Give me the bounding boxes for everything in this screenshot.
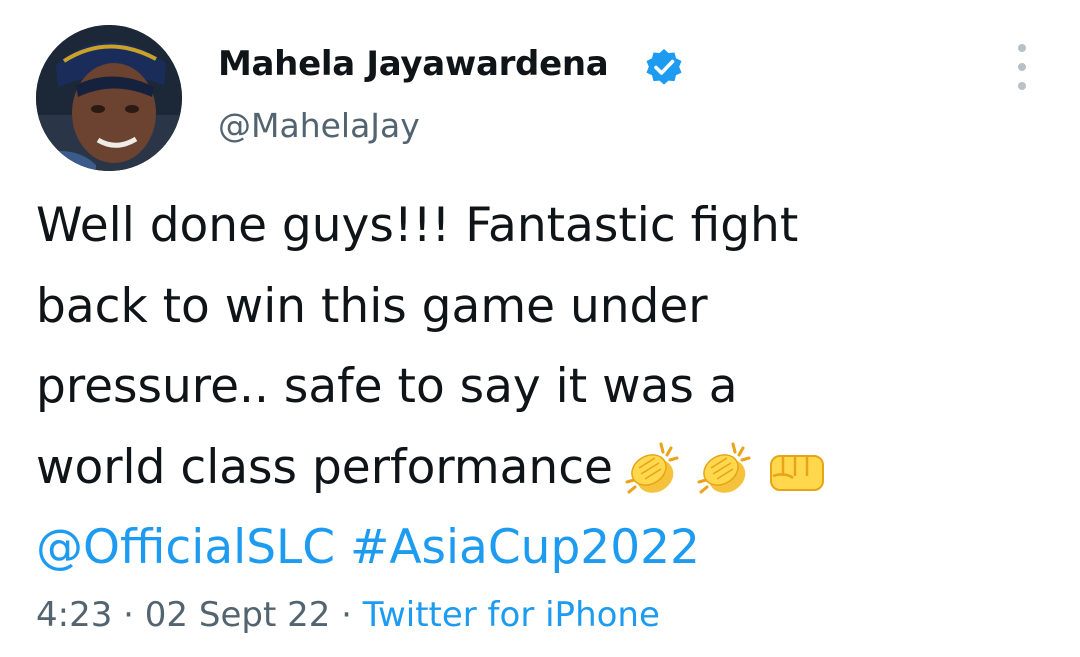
tweet-line-links: @OfficialSLC #AsiaCup2022 <box>36 508 1046 589</box>
meta-separator: · <box>123 595 134 635</box>
avatar[interactable] <box>36 25 182 171</box>
tweet-line: back to win this game under <box>36 278 708 334</box>
tweet-text: Well done guys!!! Fantastic fight back t… <box>36 186 1046 589</box>
tweet-line: pressure.. safe to say it was a <box>36 359 738 414</box>
meta-separator: · <box>341 595 352 635</box>
author-handle[interactable]: @MahelaJay <box>218 106 420 145</box>
tweet-line: world class performance <box>36 439 613 495</box>
more-options-icon[interactable] <box>1004 44 1040 90</box>
author-name[interactable]: Mahela Jayawardena <box>218 44 609 84</box>
clapping-hands-icon <box>625 442 679 494</box>
emoji-group <box>621 438 837 502</box>
tweet-meta: 4:23 · 02 Sept 22 · Twitter for iPhone <box>36 595 660 635</box>
mention-link[interactable]: @OfficialSLC <box>36 520 335 575</box>
tweet-source-link[interactable]: Twitter for iPhone <box>363 595 660 635</box>
tweet-line-with-emojis: world class performance <box>36 428 1046 509</box>
clapping-hands-icon <box>697 442 751 494</box>
oncoming-fist-icon <box>769 455 824 491</box>
hashtag-link[interactable]: #AsiaCup2022 <box>350 520 700 575</box>
tweet-line: Well done guys!!! Fantastic fight <box>36 198 799 253</box>
verified-badge-icon <box>646 49 682 85</box>
tweet-time[interactable]: 4:23 <box>36 595 112 635</box>
tweet-date[interactable]: 02 Sept 22 <box>145 595 331 635</box>
tweet-card: Mahela Jayawardena @MahelaJay Well done … <box>0 0 1080 657</box>
avatar-photo <box>36 25 182 171</box>
